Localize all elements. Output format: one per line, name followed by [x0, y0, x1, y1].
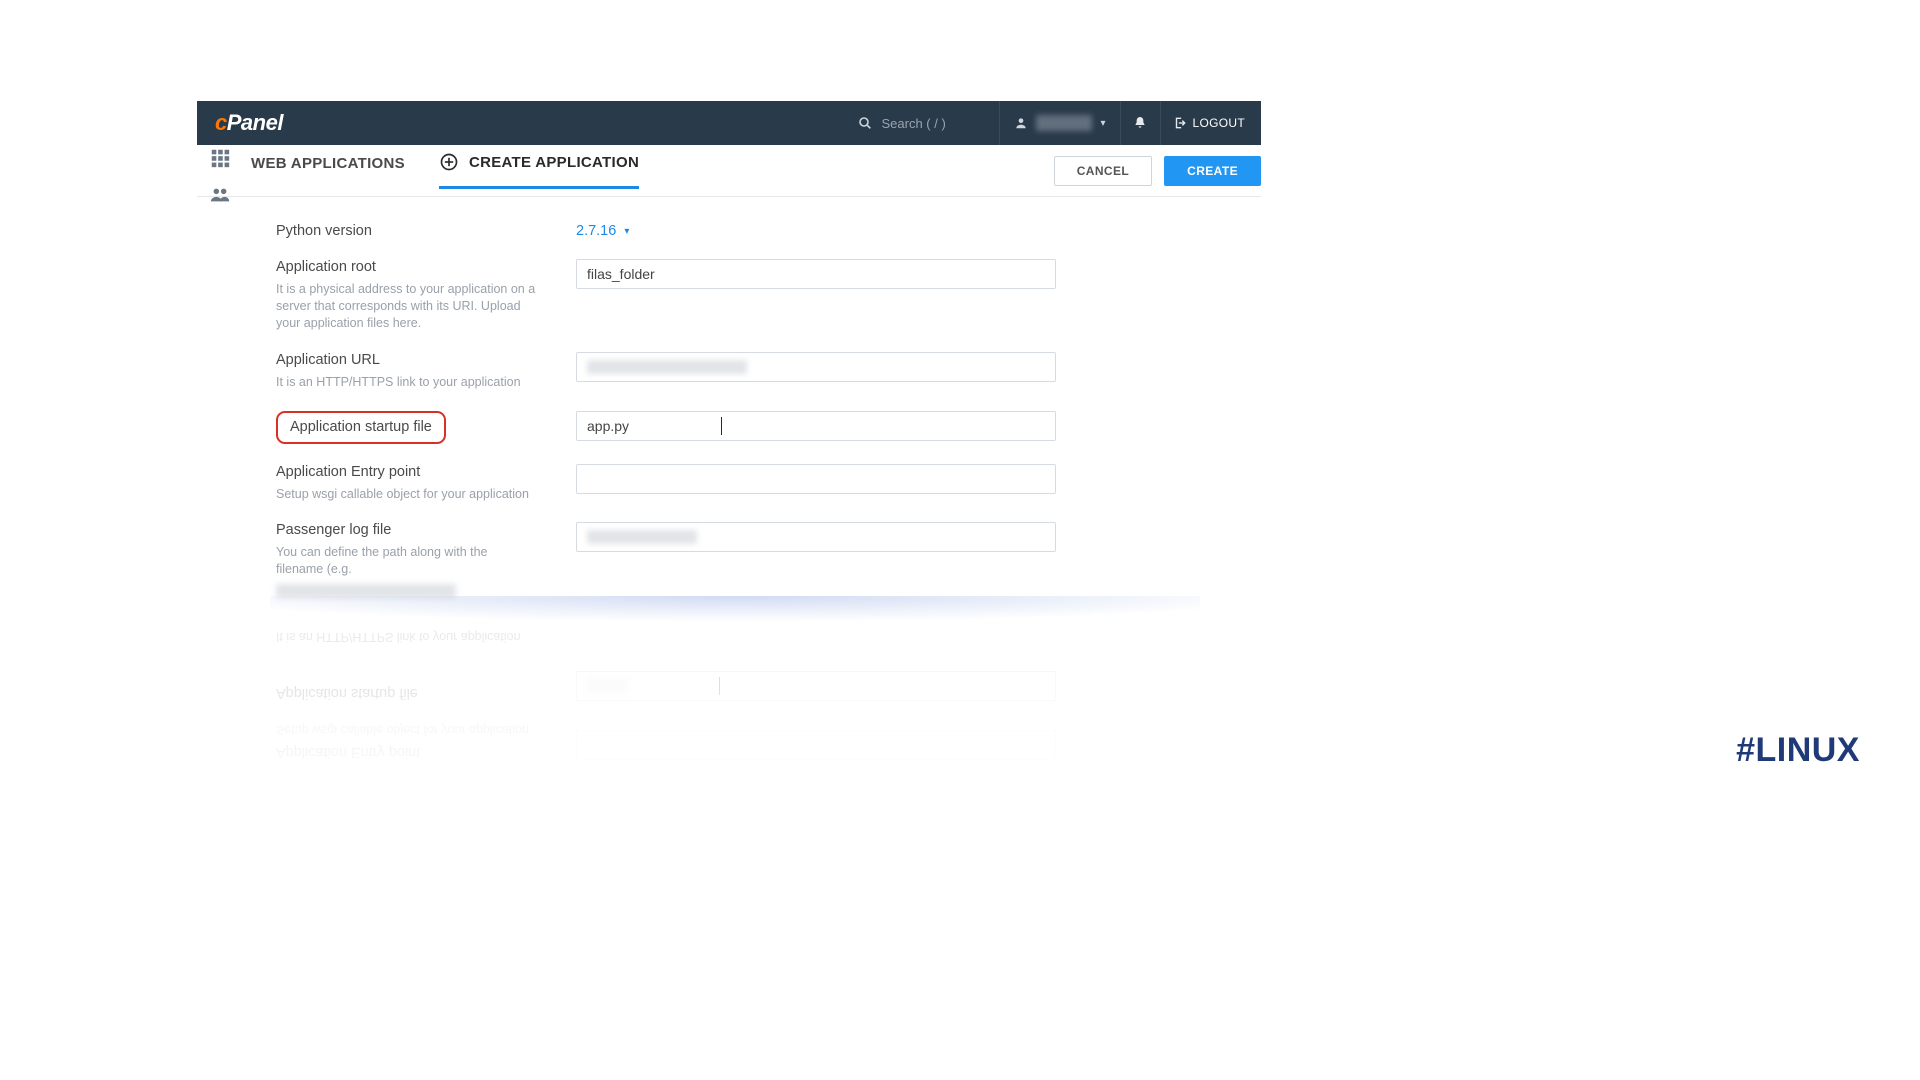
- tab-create-application[interactable]: CREATE APPLICATION: [439, 152, 639, 189]
- search-input[interactable]: [881, 116, 971, 131]
- entry-point-input[interactable]: [576, 464, 1056, 494]
- startup-file-value: app.py: [587, 418, 629, 434]
- startup-file-input[interactable]: app.py: [576, 411, 1056, 441]
- cpanel-logo: cPanel: [215, 110, 283, 136]
- cpanel-window: cPanel ▾ LOGOUT WEB APPLICA: [197, 101, 1261, 603]
- passenger-log-redacted: [587, 530, 697, 544]
- apps-grid-icon[interactable]: [209, 147, 231, 174]
- entry-point-help: Setup wsgi callable object for your appl…: [276, 486, 536, 503]
- text-cursor: [721, 417, 722, 435]
- create-button[interactable]: CREATE: [1164, 156, 1261, 186]
- logout-button[interactable]: LOGOUT: [1161, 116, 1245, 130]
- user-name-redacted: [1036, 115, 1092, 131]
- add-circle-icon: [439, 152, 459, 172]
- passenger-log-label: Passenger log file: [276, 522, 566, 538]
- app-url-input[interactable]: [576, 352, 1056, 382]
- topbar: cPanel ▾ LOGOUT: [197, 101, 1261, 145]
- app-url-help: It is an HTTP/HTTPS link to your applica…: [276, 374, 536, 391]
- logout-icon: [1173, 116, 1187, 130]
- reflection-decoration: Passenger log file You can define the pa…: [197, 596, 1261, 836]
- notifications-button[interactable]: [1121, 101, 1161, 145]
- passenger-help-redacted: [276, 584, 456, 598]
- user-menu[interactable]: ▾: [999, 101, 1120, 145]
- tab-create-application-label: CREATE APPLICATION: [469, 154, 639, 171]
- python-version-value: 2.7.16: [576, 223, 616, 239]
- startup-file-label-highlighted: Application startup file: [276, 411, 446, 444]
- search-box[interactable]: [857, 115, 971, 131]
- python-version-label: Python version: [276, 223, 566, 239]
- chevron-down-icon: ▾: [624, 226, 629, 237]
- app-url-label: Application URL: [276, 352, 566, 368]
- app-root-label: Application root: [276, 259, 566, 275]
- passenger-log-help: You can define the path along with the f…: [276, 544, 536, 578]
- bell-icon: [1132, 115, 1148, 131]
- passenger-log-input[interactable]: [576, 522, 1056, 552]
- python-version-select[interactable]: 2.7.16 ▾: [576, 223, 1185, 239]
- logout-label: LOGOUT: [1193, 116, 1245, 130]
- user-icon: [1014, 116, 1028, 130]
- app-url-redacted: [587, 360, 747, 374]
- secondary-nav: WEB APPLICATIONS CREATE APPLICATION CANC…: [197, 145, 1261, 197]
- tab-web-applications[interactable]: WEB APPLICATIONS: [251, 155, 405, 186]
- app-root-input[interactable]: [576, 259, 1056, 289]
- entry-point-label: Application Entry point: [276, 464, 566, 480]
- create-app-form: Python version 2.7.16 ▾ Application root…: [197, 197, 1261, 603]
- cancel-button[interactable]: CANCEL: [1054, 156, 1152, 186]
- linux-hashtag: #LINUX: [1736, 731, 1860, 770]
- app-root-help: It is a physical address to your applica…: [276, 281, 536, 332]
- sidebar: [197, 145, 243, 197]
- search-icon: [857, 115, 873, 131]
- chevron-down-icon: ▾: [1100, 118, 1105, 129]
